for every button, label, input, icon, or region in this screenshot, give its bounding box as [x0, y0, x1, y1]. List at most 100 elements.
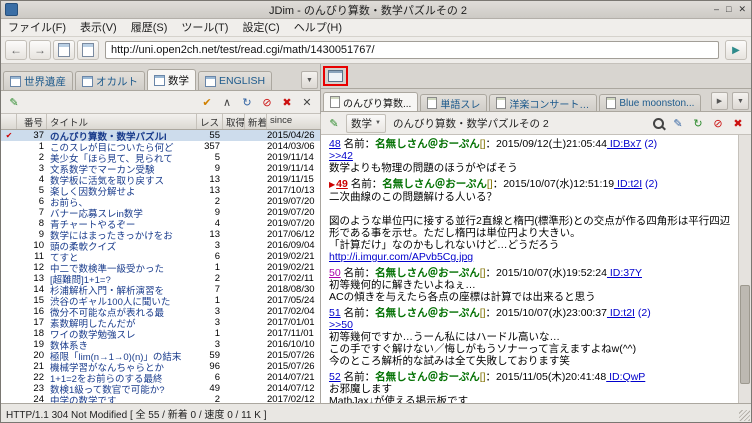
column-header-1[interactable]: 番号	[17, 114, 47, 129]
pane-toggle-button[interactable]	[328, 70, 343, 82]
thread-posts: 48 名前：名無しさん＠おーぷん[]：2015/09/12(土)21:05:44…	[321, 135, 738, 403]
column-header-3[interactable]: レス	[197, 114, 223, 129]
row-since-date: 2017/10/13	[267, 185, 315, 196]
search-icon	[652, 117, 664, 129]
post-line: 「計算だけ」なのかもしれないけど…どうだろう	[329, 239, 560, 251]
post-number-link[interactable]: 52	[329, 371, 341, 383]
post-header: ▶49 名前：名無しさん＠おーぷん[]：2015/10/07(水)12:51:1…	[329, 178, 734, 191]
post-line	[329, 203, 734, 215]
post-line: >>42	[329, 150, 734, 162]
post-id-link[interactable]: ID:t2I	[614, 178, 642, 190]
post-id-link[interactable]: ID:QwP	[606, 371, 645, 383]
open-url-button[interactable]: ▶	[725, 40, 747, 60]
board-toolbar: ✎ ✔ ∧ ↻ ⊘ ✖ ✕	[1, 91, 320, 114]
table-row[interactable]: 24 中学の数学です 2 2017/02/12	[1, 394, 320, 403]
menu-item-3[interactable]: ツール(T)	[174, 20, 235, 36]
id-count-link[interactable]: (2)	[642, 178, 658, 190]
minimize-button[interactable]: –	[714, 4, 719, 15]
maximize-button[interactable]: □	[726, 4, 731, 15]
board-list-button[interactable]	[53, 40, 75, 60]
close-thread-button[interactable]: ✖	[729, 114, 747, 132]
board-table-header: 番号タイトルレス取得新着since最終書込	[1, 114, 327, 130]
open-url-icon: ▶	[732, 44, 740, 56]
board-tabbar: 世界遺産 オカルト 数学 ENGLISH ▼	[1, 64, 320, 91]
thread-list: 番号タイトルレス取得新着since最終書込 ✔37のんびり算数・数学パズルI55…	[1, 114, 327, 403]
new-thread-button[interactable]: ✎	[5, 93, 23, 111]
chevron-down-icon: ▼	[306, 76, 313, 84]
menu-item-0[interactable]: ファイル(F)	[1, 20, 73, 36]
post-number-link[interactable]: 51	[329, 307, 341, 319]
url-link[interactable]: http://i.imgur.com/APvb5Cg.jpg	[329, 251, 473, 263]
compose-button[interactable]: ✎	[669, 114, 687, 132]
thread-tab-next-button[interactable]: ▶	[711, 92, 728, 110]
thread-tab-2[interactable]: 洋楽コンサートスレ	[489, 94, 598, 111]
scrollbar-thumb[interactable]	[740, 285, 750, 384]
thread-tab-3[interactable]: Blue moonston...	[599, 94, 702, 111]
scroll-top-button[interactable]: ∧	[218, 93, 236, 111]
board-tab-list-button[interactable]: ▼	[301, 71, 318, 89]
thread-tab-1[interactable]: 単語スレ	[420, 94, 488, 111]
row-number: 19	[33, 339, 44, 350]
close-board-button[interactable]: ✖	[278, 93, 296, 111]
menu-item-1[interactable]: 表示(V)	[73, 20, 124, 36]
post-number-link[interactable]: 48	[329, 138, 341, 150]
board-tab-3[interactable]: ENGLISH	[198, 71, 273, 90]
post-number-link[interactable]: 50	[329, 267, 341, 279]
thread-tab-label: のんびり算数...	[343, 98, 412, 110]
post-number-link[interactable]: 49	[336, 178, 348, 190]
close-button[interactable]: ✕	[738, 4, 746, 15]
board-select[interactable]: 数学 ▼	[346, 113, 386, 133]
stop-icon: ⊘	[713, 117, 723, 130]
quit-board-button[interactable]: ✕	[298, 93, 316, 111]
stop-thread-button[interactable]: ⊘	[709, 114, 727, 132]
column-header-4[interactable]: 取得	[223, 114, 245, 129]
column-header-2[interactable]: タイトル	[47, 114, 197, 129]
row-number: 1	[38, 141, 44, 152]
row-number: 18	[33, 328, 44, 339]
resize-grip[interactable]	[739, 410, 750, 421]
reload-thread-button[interactable]: ↻	[689, 114, 707, 132]
back-button[interactable]: ←	[5, 40, 27, 60]
post-id-link[interactable]: ID:37Y	[607, 267, 642, 279]
post-date: ：2015/10/07(水)19:52:24	[485, 267, 607, 279]
row-since-date: 2017/05/24	[267, 295, 315, 306]
thread-tab-label: 洋楽コンサートスレ	[509, 99, 591, 111]
stop-board-button[interactable]: ⊘	[258, 93, 276, 111]
reload-board-button[interactable]: ↻	[238, 93, 256, 111]
favorites-button[interactable]	[77, 40, 99, 60]
row-since-date: 2015/07/26	[267, 350, 315, 361]
write-post-button[interactable]: ✎	[325, 114, 343, 132]
thread-scrollbar[interactable]	[738, 135, 751, 403]
row-number: 15	[33, 295, 44, 306]
row-number: 7	[38, 207, 44, 218]
thread-tab-0[interactable]: のんびり算数...	[323, 92, 419, 111]
write-icon: ✎	[9, 96, 19, 109]
menu-item-2[interactable]: 履歴(S)	[124, 20, 175, 36]
id-count-link[interactable]: (2)	[641, 138, 657, 150]
row-since-date: 2019/07/20	[267, 207, 315, 218]
thread-tab-list-button[interactable]: ▼	[732, 92, 749, 110]
board-tab-2[interactable]: 数学	[147, 69, 196, 90]
column-header-6[interactable]: since	[267, 114, 321, 129]
forward-button[interactable]: →	[29, 40, 51, 60]
column-header-0[interactable]	[1, 114, 17, 129]
titlebar: JDim - のんびり算数・数学パズルその 2 – □ ✕	[1, 1, 751, 19]
menu-item-5[interactable]: ヘルプ(H)	[287, 20, 349, 36]
row-since-date: 2017/02/11	[267, 273, 314, 284]
row-res-count: 4	[214, 218, 220, 229]
board-tab-1[interactable]: オカルト	[75, 71, 145, 90]
thread-title: のんびり算数・数学パズルその 2	[392, 117, 549, 130]
column-header-5[interactable]: 新着	[245, 114, 267, 129]
post-id-link[interactable]: ID:Bx7	[607, 138, 642, 150]
anchor-link[interactable]: >>42	[329, 150, 353, 162]
search-button[interactable]	[649, 114, 667, 132]
id-count-link[interactable]: (2)	[635, 307, 651, 319]
menu-item-4[interactable]: 設定(C)	[235, 20, 286, 36]
row-since-date: 2019/07/20	[267, 218, 315, 229]
update-check-button[interactable]: ✔	[198, 93, 216, 111]
board-tab-0[interactable]: 世界遺産	[3, 71, 73, 90]
post-id-link[interactable]: ID:t2I	[607, 307, 635, 319]
anchor-link[interactable]: >>50	[329, 319, 353, 331]
forward-icon: →	[34, 43, 46, 57]
url-input[interactable]	[105, 41, 719, 59]
